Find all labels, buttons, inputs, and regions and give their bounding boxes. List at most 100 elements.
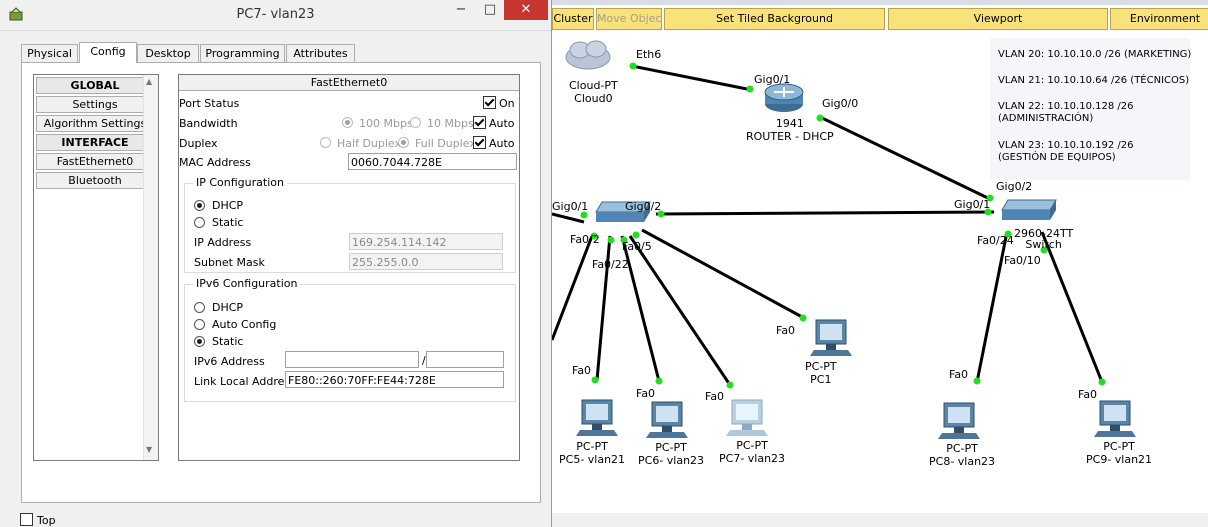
vlan-note-line: (GESTIÓN DE EQUIPOS) [998,152,1116,163]
bandwidth-100-label: 100 Mbps [359,117,413,130]
ipv6-auto-config-radio[interactable] [194,319,205,330]
pc9-label[interactable]: PC-PT PC9- vlan21 [1086,440,1152,466]
cable-cloud-router [631,64,753,92]
ip-address-label: IP Address [194,236,252,249]
ipv6-dhcp-radio[interactable] [194,302,205,313]
duplex-auto-label: Auto [489,137,515,150]
close-button[interactable]: ✕ [504,0,548,20]
top-checkbox[interactable] [20,513,33,526]
mac-address-label: MAC Address [179,156,251,169]
full-duplex-radio [398,137,409,148]
tab-physical[interactable]: Physical [21,44,78,62]
pc-name-label: PC5- vlan21 [559,453,626,466]
bandwidth-100-radio [342,117,353,128]
nav-interface-header: INTERFACE [36,134,154,151]
pc1-label[interactable]: PC-PT PC1 [805,360,837,386]
vlan-note-line: VLAN 22: 10.10.10.128 /26 [998,101,1134,112]
scroll-up-icon[interactable]: ▲ [146,77,152,86]
nav-item-fastethernet0[interactable]: FastEthernet0 [36,153,154,170]
config-tab-panel: GLOBAL Settings Algorithm Settings INTER… [21,62,541,503]
bandwidth-10-radio [410,117,421,128]
port-label-switch-left-fa05: Fa0/5 [622,240,652,253]
fastethernet-config-panel: FastEthernet0 Port Status On Bandwidth 1… [178,74,520,461]
vlan-note-line: VLAN 23: 10.10.10.192 /26 [998,140,1134,151]
pc-model-label: PC-PT [736,439,768,452]
port-label-eth6: Eth6 [636,48,662,61]
port-label-pc9-fa0: Fa0 [1078,388,1098,401]
vlan-note[interactable]: VLAN 20: 10.10.10.0 /26 (MARKETING) VLAN… [990,38,1191,180]
ipv6-prefix-field[interactable] [426,351,504,368]
scroll-down-icon[interactable]: ▼ [146,445,152,454]
port-label-switch-left-fa02: Fa0/2 [570,233,600,246]
port-label-pc1-fa0: Fa0 [776,324,796,337]
port-label-pc5-fa0: Fa0 [572,364,592,377]
config-nav-list: GLOBAL Settings Algorithm Settings INTER… [33,74,159,461]
link-local-address-label: Link Local Address: [194,375,300,388]
ipv6-static-radio[interactable] [194,336,205,347]
cable-router-switch-right [819,115,993,202]
pc-model-label: PC-PT [576,440,608,453]
router-label[interactable]: 1941 ROUTER - DHCP [746,117,834,143]
pc7-label[interactable]: PC-PT PC7- vlan23 [719,439,785,465]
port-status-checkbox[interactable] [483,96,496,109]
duplex-auto-checkbox[interactable] [473,136,486,149]
port-label-switch-left-gig02: Gig0/2 [625,200,662,213]
port-label-switch-right-fa024: Fa0/24 [977,234,1014,247]
pc-config-window: PC7- vlan23 − □ ✕ Physical Config Deskto… [0,0,552,527]
pc8-icon [938,402,980,439]
maximize-button[interactable]: □ [476,0,504,20]
half-duplex-label: Half Duplex [337,137,402,150]
cable-switch-right-pc9 [1040,231,1104,383]
ipv6-auto-config-label: Auto Config [212,318,277,331]
cable-switch-left-switch-right [655,210,995,216]
switch-right-icon [1001,199,1057,220]
pc-model-label: PC-PT [946,442,978,455]
pc-model-label: PC-PT [805,360,837,373]
ip-dhcp-radio[interactable] [194,200,205,211]
bandwidth-auto-checkbox[interactable] [473,116,486,129]
ipv6-address-label: IPv6 Address [194,355,265,368]
workspace-bottom-strip [552,513,1208,527]
nav-item-bluetooth[interactable]: Bluetooth [36,172,154,189]
pc5-icon [576,399,618,436]
mac-address-field[interactable]: 0060.7044.728E [348,153,517,170]
port-label-switch-left-fa022: Fa0/22 [592,258,629,271]
tab-config[interactable]: Config [79,42,137,63]
pc7-icon [726,399,768,436]
ipv6-dhcp-label: DHCP [212,301,244,314]
nav-item-settings[interactable]: Settings [36,96,154,113]
duplex-label: Duplex [179,137,218,150]
router-model-label: 1941 [775,117,804,130]
pc5-label[interactable]: PC-PT PC5- vlan21 [559,440,625,466]
pc6-label[interactable]: PC-PT PC6- vlan23 [638,441,704,467]
tab-attributes[interactable]: Attributes [286,44,355,62]
cloud0-label[interactable]: Cloud-PT Cloud0 [569,79,618,105]
subnet-mask-field[interactable]: 255.255.0.0 [349,253,503,270]
ip-static-radio[interactable] [194,217,205,228]
vlan-note-line: (ADMINISTRACIÓN) [998,113,1094,124]
router-icon [764,83,804,112]
cable-switch-left-pc1 [641,228,805,320]
half-duplex-radio [320,137,331,148]
port-label-pc8-fa0: Fa0 [949,368,969,381]
panel-title: FastEthernet0 [179,75,519,91]
pc-name-label: PC6- vlan23 [638,454,705,467]
pc8-label[interactable]: PC-PT PC8- vlan23 [929,442,995,468]
pc1-icon [810,319,852,356]
nav-item-algorithm-settings[interactable]: Algorithm Settings [36,115,154,132]
ip-address-field[interactable]: 169.254.114.142 [349,233,503,250]
minimize-button[interactable]: − [446,0,476,20]
logical-workspace[interactable]: Cluster Move Object Set Tiled Background… [552,0,1208,527]
nav-scrollbar[interactable]: ▲ ▼ [143,75,158,460]
pc6-icon [646,401,688,438]
title-bar[interactable]: PC7- vlan23 − □ ✕ [0,0,551,31]
tab-desktop[interactable]: Desktop [137,44,199,62]
cable-switch-left-pc7 [628,235,732,386]
tab-programming[interactable]: Programming [200,44,285,62]
switch-right-label[interactable]: 2960-24TT Switch [1014,227,1073,251]
link-local-address-field[interactable]: FE80::260:70FF:FE44:728E [285,371,504,388]
bandwidth-10-label: 10 Mbps [427,117,474,130]
cloud-icon [565,40,611,70]
ip-configuration-group: IP Configuration DHCP Static IP Address … [184,176,516,273]
ipv6-address-field[interactable] [285,351,419,368]
